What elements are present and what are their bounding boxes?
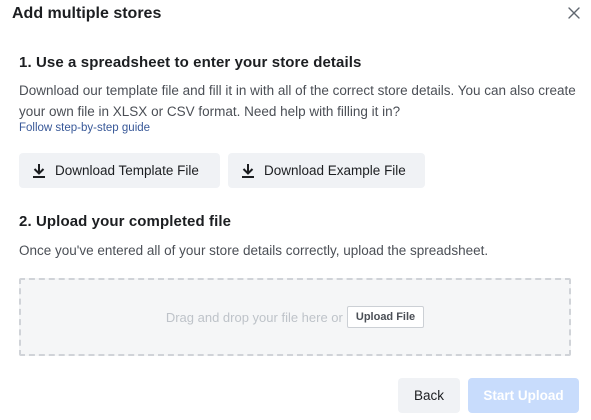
section-2-description: Once you've entered all of your store de… bbox=[19, 243, 489, 258]
dialog-title: Add multiple stores bbox=[12, 5, 162, 22]
download-template-label: Download Template File bbox=[55, 163, 199, 178]
section-2-title: 2. Upload your completed file bbox=[19, 213, 232, 230]
back-button[interactable]: Back bbox=[398, 378, 460, 413]
download-example-button[interactable]: Download Example File bbox=[228, 153, 425, 188]
section-1-description: Download our template file and fill it i… bbox=[19, 83, 576, 119]
download-template-button[interactable]: Download Template File bbox=[19, 153, 220, 188]
dialog-header: Add multiple stores bbox=[0, 0, 591, 30]
step-by-step-guide-link[interactable]: Follow step-by-step guide bbox=[19, 122, 150, 134]
close-button[interactable] bbox=[564, 3, 584, 23]
close-icon bbox=[564, 3, 584, 23]
start-upload-button[interactable]: Start Upload bbox=[468, 378, 579, 413]
upload-file-button[interactable]: Upload File bbox=[346, 306, 425, 328]
file-dropzone[interactable]: Drag and drop your file here or Upload F… bbox=[19, 278, 571, 356]
add-stores-dialog: Add multiple stores 1. Use a spreadsheet… bbox=[0, 0, 591, 420]
download-example-label: Download Example File bbox=[264, 163, 406, 178]
dropzone-text: Drag and drop your file here or bbox=[165, 309, 343, 325]
section-1-title: 1. Use a spreadsheet to enter your store… bbox=[19, 54, 362, 71]
download-icon bbox=[240, 163, 256, 179]
download-icon bbox=[31, 163, 47, 179]
